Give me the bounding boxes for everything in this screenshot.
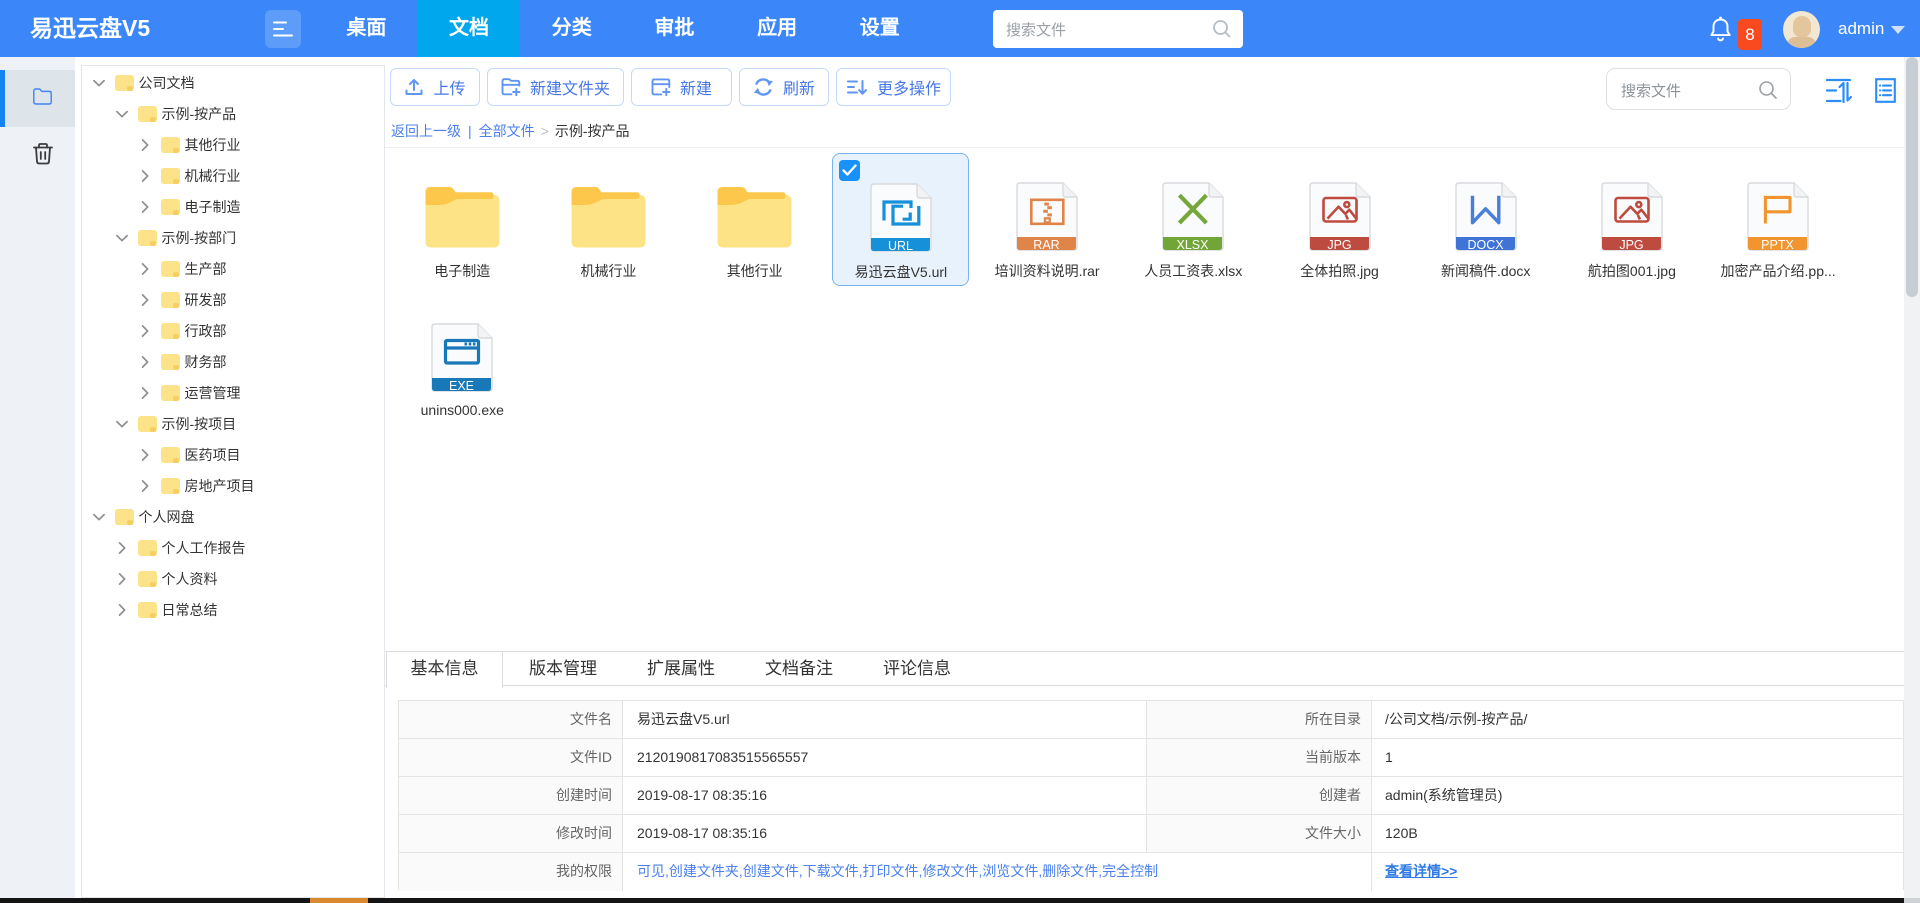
svg-text:URL: URL bbox=[888, 239, 913, 253]
svg-text:JPG: JPG bbox=[1327, 238, 1351, 252]
svg-text:EXE: EXE bbox=[449, 379, 474, 393]
svg-text:PPTX: PPTX bbox=[1761, 238, 1794, 252]
svg-text:RAR: RAR bbox=[1033, 238, 1059, 252]
svg-text:XLSX: XLSX bbox=[1177, 238, 1210, 252]
svg-text:JPG: JPG bbox=[1619, 238, 1643, 252]
svg-text:DOCX: DOCX bbox=[1467, 238, 1504, 252]
